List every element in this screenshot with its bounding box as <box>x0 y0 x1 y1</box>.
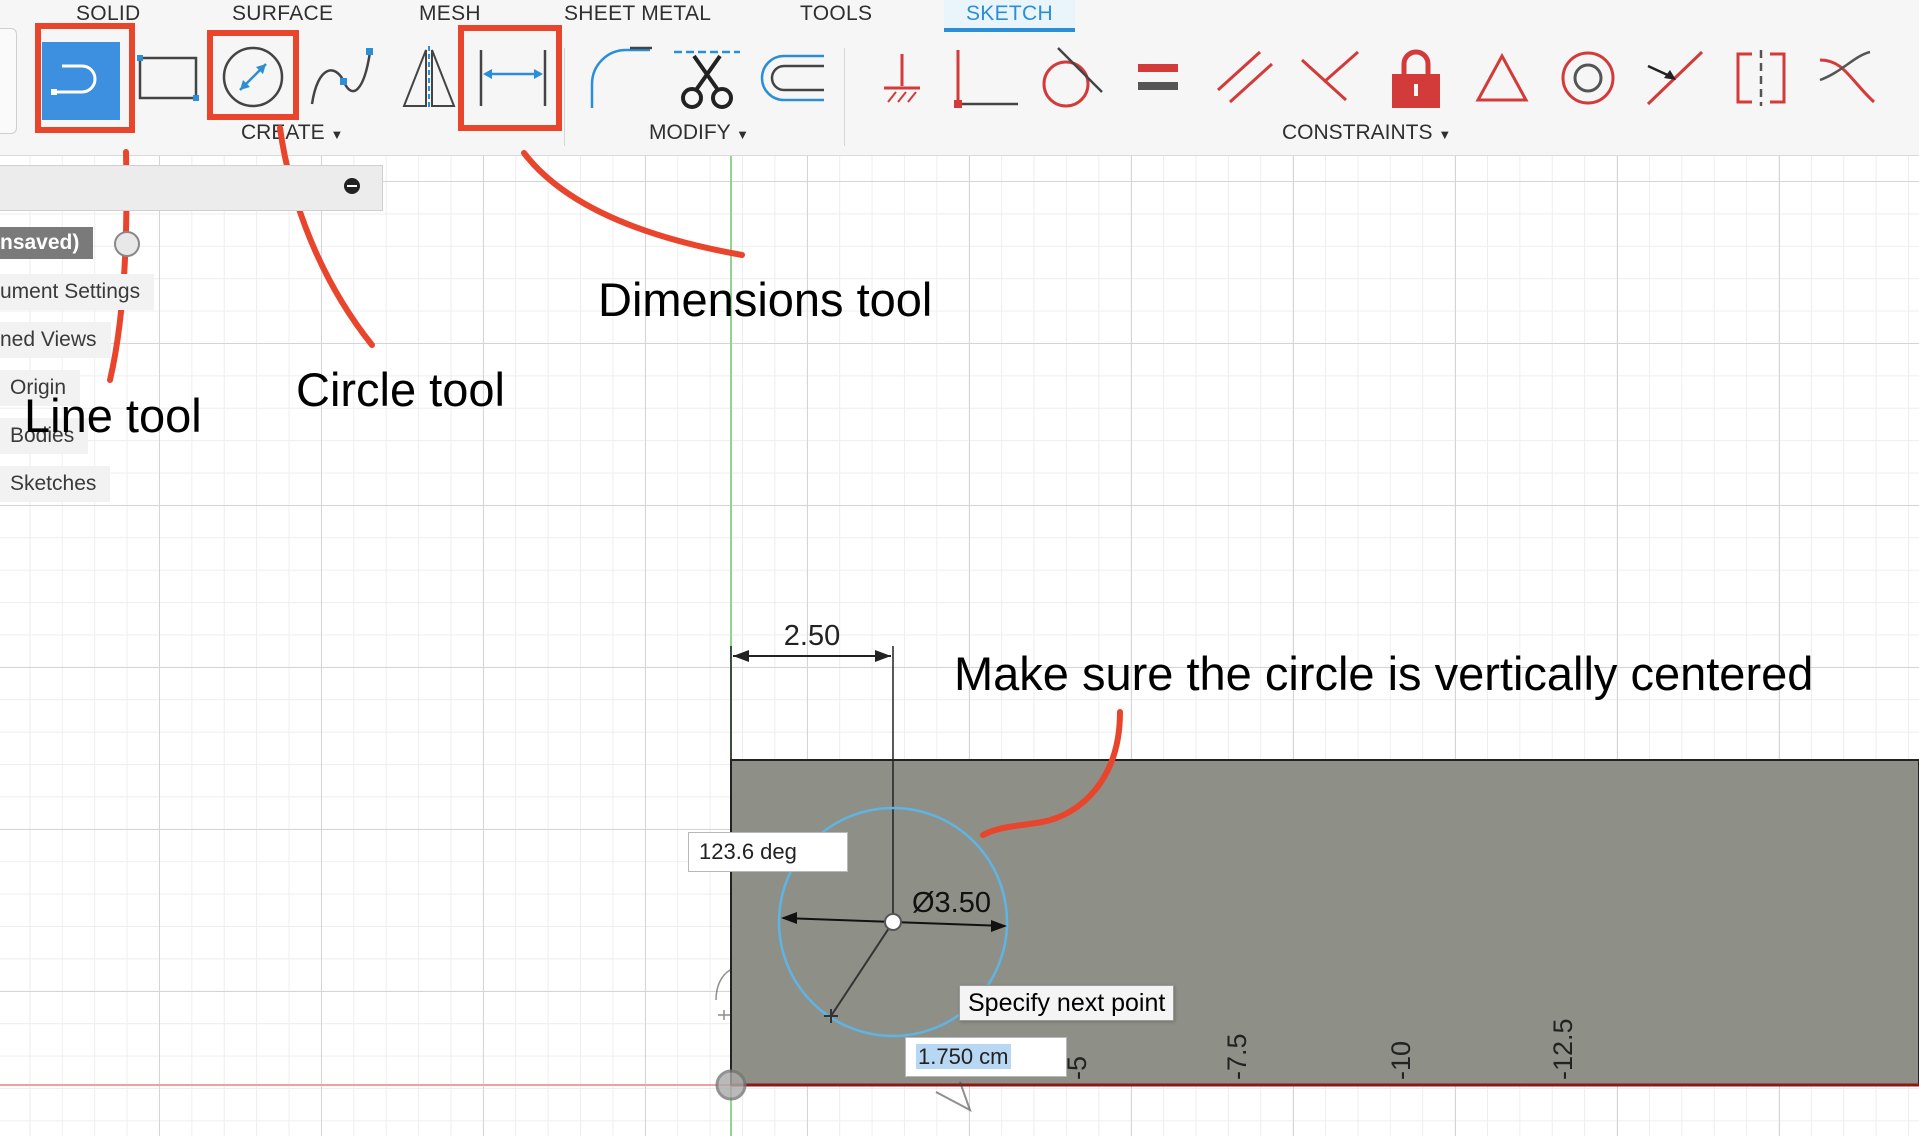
browser-header[interactable] <box>0 165 383 211</box>
browser-root[interactable]: nsaved) <box>0 227 94 259</box>
collapse-icon[interactable] <box>344 178 360 194</box>
circle-tool-highlight <box>207 30 299 120</box>
radio-icon[interactable] <box>114 231 140 257</box>
browser-item-document-settings[interactable]: ument Settings <box>0 274 155 310</box>
dimensions-tool-annotation: Dimensions tool <box>598 273 933 326</box>
length-input[interactable]: 1.750 cm <box>905 1037 1067 1077</box>
dimension-tool-highlight <box>458 25 562 131</box>
ghost-marker <box>715 969 731 1020</box>
circle-tool-annotation: Circle tool <box>296 363 505 416</box>
browser-item-sketches[interactable]: Sketches <box>0 466 111 502</box>
circle-center-point[interactable] <box>884 913 902 931</box>
width-dimension-value[interactable]: 2.50 <box>784 620 840 652</box>
diameter-dimension-value[interactable]: Ø3.50 <box>912 887 991 919</box>
circle-tool-arrow <box>277 125 375 348</box>
origin-point[interactable] <box>715 1069 747 1101</box>
axis-label: -10 <box>1386 1041 1416 1080</box>
dimension-tool-arrow <box>521 150 745 258</box>
center-note-annotation: Make sure the circle is vertically cente… <box>954 647 1814 700</box>
line-tool-highlight <box>35 23 135 133</box>
angle-input[interactable]: 123.6 deg <box>688 832 848 872</box>
axis-label: -7.5 <box>1222 1033 1252 1080</box>
tooltip: Specify next point <box>959 985 1175 1021</box>
line-tool-annotation: Line tool <box>24 389 202 442</box>
axis-label: -12.5 <box>1548 1018 1578 1080</box>
browser-item-named-views[interactable]: ned Views <box>0 322 111 358</box>
length-input-value: 1.750 cm <box>916 1044 1011 1069</box>
